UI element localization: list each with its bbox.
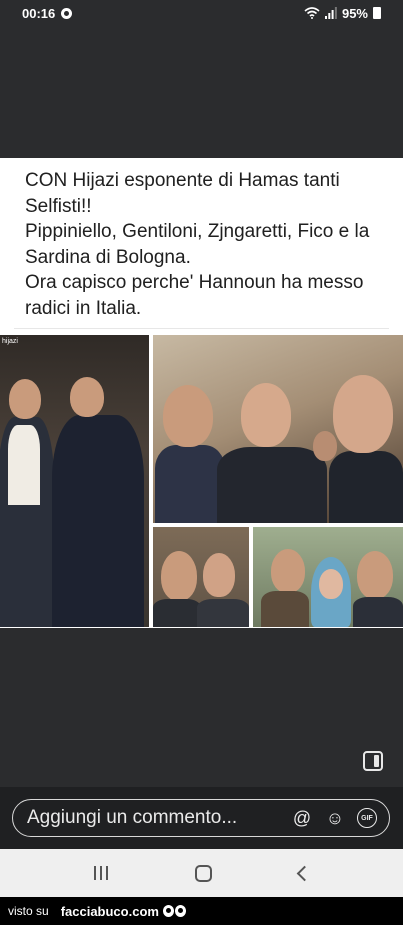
person-figure	[52, 415, 144, 627]
recents-button[interactable]	[93, 866, 108, 880]
person-face	[163, 385, 213, 447]
photo-watermark: hijazi	[2, 338, 18, 345]
footer-brand: facciabuco.com	[60, 903, 159, 919]
emoji-icon[interactable]: ☺	[324, 807, 346, 829]
battery-percentage: 95%	[341, 5, 368, 21]
person-figure	[353, 597, 403, 627]
navigation-bar	[0, 849, 403, 897]
person-face	[271, 549, 305, 593]
photo-selfie-group	[153, 335, 403, 523]
photo-selfie-three	[253, 527, 403, 627]
comment-bar: Aggiungi un commento... @ ☺ GIF	[0, 787, 403, 849]
person-face	[203, 553, 235, 597]
mention-icon[interactable]: @	[291, 807, 313, 829]
status-left: 00:16	[22, 5, 73, 21]
eyes-logo-icon	[162, 905, 186, 917]
status-time: 00:16	[22, 5, 56, 21]
photo-selfie-two	[153, 527, 249, 627]
watermark-footer: visto su facciabuco.com	[0, 897, 403, 925]
person-figure	[155, 445, 225, 523]
panel-toggle-icon[interactable]	[363, 751, 383, 771]
gif-icon[interactable]: GIF	[357, 808, 377, 828]
post-card: CON Hijazi esponente di Hamas tanti Self…	[0, 158, 403, 628]
person-face	[357, 551, 393, 599]
status-bar: 00:16 95%	[0, 0, 403, 26]
wifi-icon	[304, 7, 320, 19]
battery-icon	[373, 7, 381, 19]
person-shirt	[8, 425, 40, 505]
person-face	[333, 375, 393, 453]
person-face	[241, 383, 291, 447]
person-face	[313, 431, 337, 461]
status-right: 95%	[304, 6, 381, 21]
person-figure	[217, 447, 327, 523]
person-figure	[329, 451, 403, 523]
person-figure	[261, 591, 309, 627]
screen: 00:16 95% CON Hijazi esponente di Hamas …	[0, 0, 403, 925]
home-button[interactable]	[194, 864, 212, 882]
signal-icon	[324, 7, 337, 19]
comment-input[interactable]: Aggiungi un commento... @ ☺ GIF	[12, 799, 390, 837]
photo-street: hijazi	[0, 335, 149, 627]
person-face	[319, 569, 343, 599]
soccer-ball-icon	[61, 7, 73, 19]
person-figure	[153, 599, 201, 627]
post-text: CON Hijazi esponente di Hamas tanti Self…	[25, 170, 370, 319]
person-face	[161, 551, 197, 601]
person-face	[9, 379, 41, 419]
divider	[14, 328, 389, 329]
person-figure	[197, 599, 249, 627]
back-button[interactable]	[296, 865, 312, 881]
post-photo-collage[interactable]: hijazi	[0, 335, 403, 627]
comment-placeholder: Aggiungi un commento...	[27, 807, 238, 828]
footer-prefix: visto su	[8, 904, 49, 918]
person-face	[70, 377, 104, 417]
